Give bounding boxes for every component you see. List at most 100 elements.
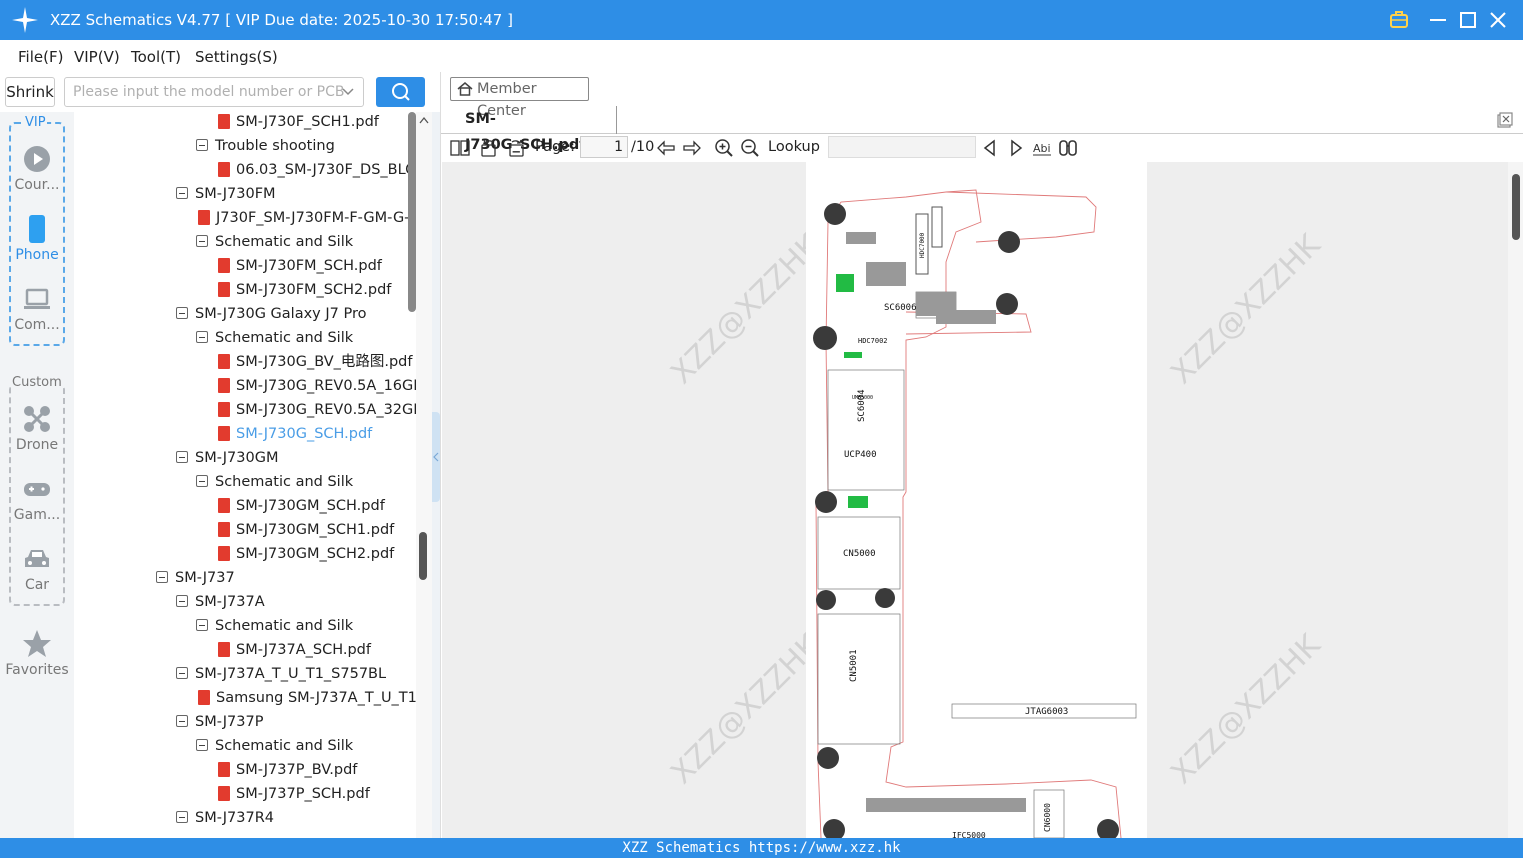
shrink-button[interactable]: Shrink [5, 77, 55, 107]
collapse-toggle-icon[interactable] [176, 451, 188, 463]
nav-game[interactable]: Gam... [0, 474, 74, 523]
collapse-toggle-icon[interactable] [176, 307, 188, 319]
minimize-icon[interactable] [1426, 8, 1450, 32]
prev-page-icon[interactable] [656, 138, 676, 158]
tree-scrollbar-thumb[interactable] [419, 532, 427, 580]
find-all-icon[interactable] [1058, 138, 1078, 158]
nav-car[interactable]: Car [0, 544, 74, 593]
tree-file-item[interactable]: SM-J730G_REV0.5A_32GB [218, 398, 416, 422]
rotate-left-icon[interactable] [479, 138, 499, 158]
document-tab[interactable]: SM-J730G_SCH.pdf [451, 106, 617, 153]
tree-item-label: SM-J730G_SCH.pdf [236, 426, 373, 442]
tree-file-item[interactable]: SM-J737P_SCH.pdf [218, 782, 370, 806]
phone-icon [29, 215, 45, 243]
collapse-toggle-icon[interactable] [176, 667, 188, 679]
search-input[interactable]: Please input the model number or PCB [64, 77, 364, 107]
category-sidebar: VIP Cour... Phone Com... Custom Drone Ga… [0, 112, 74, 838]
find-next-icon[interactable] [1006, 138, 1026, 158]
collapse-toggle-icon[interactable] [156, 571, 168, 583]
search-button[interactable] [376, 77, 425, 107]
tree-folder-item[interactable]: SM-J737A_T_U_T1_S757BL [176, 662, 386, 686]
tree-file-item[interactable]: SM-J730GM_SCH2.pdf [218, 542, 394, 566]
match-case-icon[interactable]: Abi [1032, 138, 1052, 158]
tree-file-item[interactable]: J730F_SM-J730FM-F-GM-G-I [198, 206, 414, 230]
zoom-in-icon[interactable] [714, 138, 734, 158]
tree-file-item[interactable]: Samsung SM-J737A_T_U_T1_ [198, 686, 416, 710]
tree-file-item[interactable]: SM-J730G_BV_电路图.pdf [218, 350, 413, 374]
tree-file-item[interactable]: SM-J730F_SCH1.pdf [218, 112, 379, 134]
rotate-right-icon[interactable] [506, 138, 526, 158]
pdf-file-icon [218, 522, 230, 537]
collapse-toggle-icon[interactable] [196, 139, 208, 151]
pdf-page[interactable]: SC6006 HDC7002 HDC7000 UME5000 SC6004 UC… [806, 162, 1147, 838]
tree-file-item[interactable]: SM-J730GM_SCH.pdf [218, 494, 385, 518]
custom-group-label: Custom [11, 375, 63, 390]
tree-scrollbar-inner[interactable] [408, 112, 416, 312]
collapse-toggle-icon[interactable] [196, 739, 208, 751]
close-icon[interactable] [1486, 8, 1510, 32]
nav-drone-label: Drone [15, 437, 59, 453]
tree-file-item[interactable]: SM-J730G_REV0.5A_16GB [218, 374, 416, 398]
menu-tool[interactable]: Tool(T) [131, 48, 181, 66]
find-prev-icon[interactable] [980, 138, 1000, 158]
tree-folder-item[interactable]: Trouble shooting [196, 134, 335, 158]
nav-favorites[interactable]: Favorites [0, 629, 74, 678]
nav-courses[interactable]: Cour... [0, 144, 74, 193]
tree-folder-item[interactable]: SM-J730FM [176, 182, 276, 206]
chevron-down-icon[interactable] [341, 83, 355, 101]
pdf-viewer[interactable]: XZZ@XZZHK XZZ@XZZHK XZZ@XZZHK XZZ@XZZHK [442, 162, 1508, 838]
tree-item-label: Schematic and Silk [215, 234, 354, 250]
tree-folder-item[interactable]: SM-J737P [176, 710, 263, 734]
page-number-input[interactable]: 1 [580, 136, 628, 158]
lookup-input[interactable] [828, 136, 976, 158]
tree-folder-item[interactable]: Schematic and Silk [196, 230, 353, 254]
tree-folder-item[interactable]: Schematic and Silk [196, 326, 353, 350]
tree-folder-item[interactable]: SM-J730G Galaxy J7 Pro [176, 302, 366, 326]
collapse-toggle-icon[interactable] [176, 187, 188, 199]
tree-folder-item[interactable]: Schematic and Silk [196, 734, 353, 758]
component-label: HDC7002 [858, 337, 888, 345]
maximize-icon[interactable] [1456, 8, 1480, 32]
tree-file-item[interactable]: SM-J730FM_SCH2.pdf [218, 278, 391, 302]
viewer-scrollbar[interactable] [1508, 162, 1523, 838]
collapse-toggle-icon[interactable] [176, 715, 188, 727]
collapse-toggle-icon[interactable] [196, 619, 208, 631]
nav-computer[interactable]: Com... [0, 284, 74, 333]
pane-splitter[interactable] [432, 112, 440, 838]
tree-file-item[interactable]: SM-J730GM_SCH1.pdf [218, 518, 394, 542]
tree-file-item[interactable]: SM-J737P_BV.pdf [218, 758, 357, 782]
tree-folder-item[interactable]: Schematic and Silk [196, 470, 353, 494]
tree-file-item[interactable]: 06.03_SM-J730F_DS_BLOC [218, 158, 416, 182]
pdf-file-icon [218, 498, 230, 513]
tree-file-item[interactable]: SM-J730FM_SCH.pdf [218, 254, 382, 278]
collapse-toggle-icon[interactable] [196, 235, 208, 247]
zoom-out-icon[interactable] [740, 138, 760, 158]
two-page-icon[interactable] [450, 138, 470, 158]
collapse-toggle-icon[interactable] [176, 811, 188, 823]
tree-item-label: SM-J730G Galaxy J7 Pro [195, 306, 367, 322]
close-tab-icon[interactable] [1496, 111, 1514, 129]
collapse-toggle-icon[interactable] [196, 475, 208, 487]
scroll-up-icon[interactable] [419, 116, 429, 124]
tree-folder-item[interactable]: SM-J730GM [176, 446, 278, 470]
tree-item-label: SM-J730F_SCH1.pdf [236, 114, 379, 130]
tree-folder-item[interactable]: SM-J737R4 [176, 806, 274, 830]
collapse-tab[interactable] [432, 412, 440, 502]
tree-folder-item[interactable]: SM-J737 [156, 566, 235, 590]
vip-briefcase-icon[interactable] [1387, 8, 1411, 32]
menu-file[interactable]: File(F) [18, 48, 63, 66]
tree-scrollbar[interactable] [416, 112, 432, 838]
nav-drone[interactable]: Drone [0, 404, 74, 453]
next-page-icon[interactable] [682, 138, 702, 158]
menu-vip[interactable]: VIP(V) [74, 48, 120, 66]
tree-file-item[interactable]: SM-J730G_SCH.pdf [218, 422, 372, 446]
tree-folder-item[interactable]: Schematic and Silk [196, 614, 353, 638]
menu-settings[interactable]: Settings(S) [195, 48, 278, 66]
tree-file-item[interactable]: SM-J737A_SCH.pdf [218, 638, 371, 662]
nav-phone[interactable]: Phone [0, 214, 74, 263]
tree-folder-item[interactable]: SM-J737A [176, 590, 265, 614]
member-center-button[interactable]: Member Center [450, 77, 589, 119]
viewer-scrollbar-thumb[interactable] [1512, 174, 1520, 240]
collapse-toggle-icon[interactable] [176, 595, 188, 607]
collapse-toggle-icon[interactable] [196, 331, 208, 343]
